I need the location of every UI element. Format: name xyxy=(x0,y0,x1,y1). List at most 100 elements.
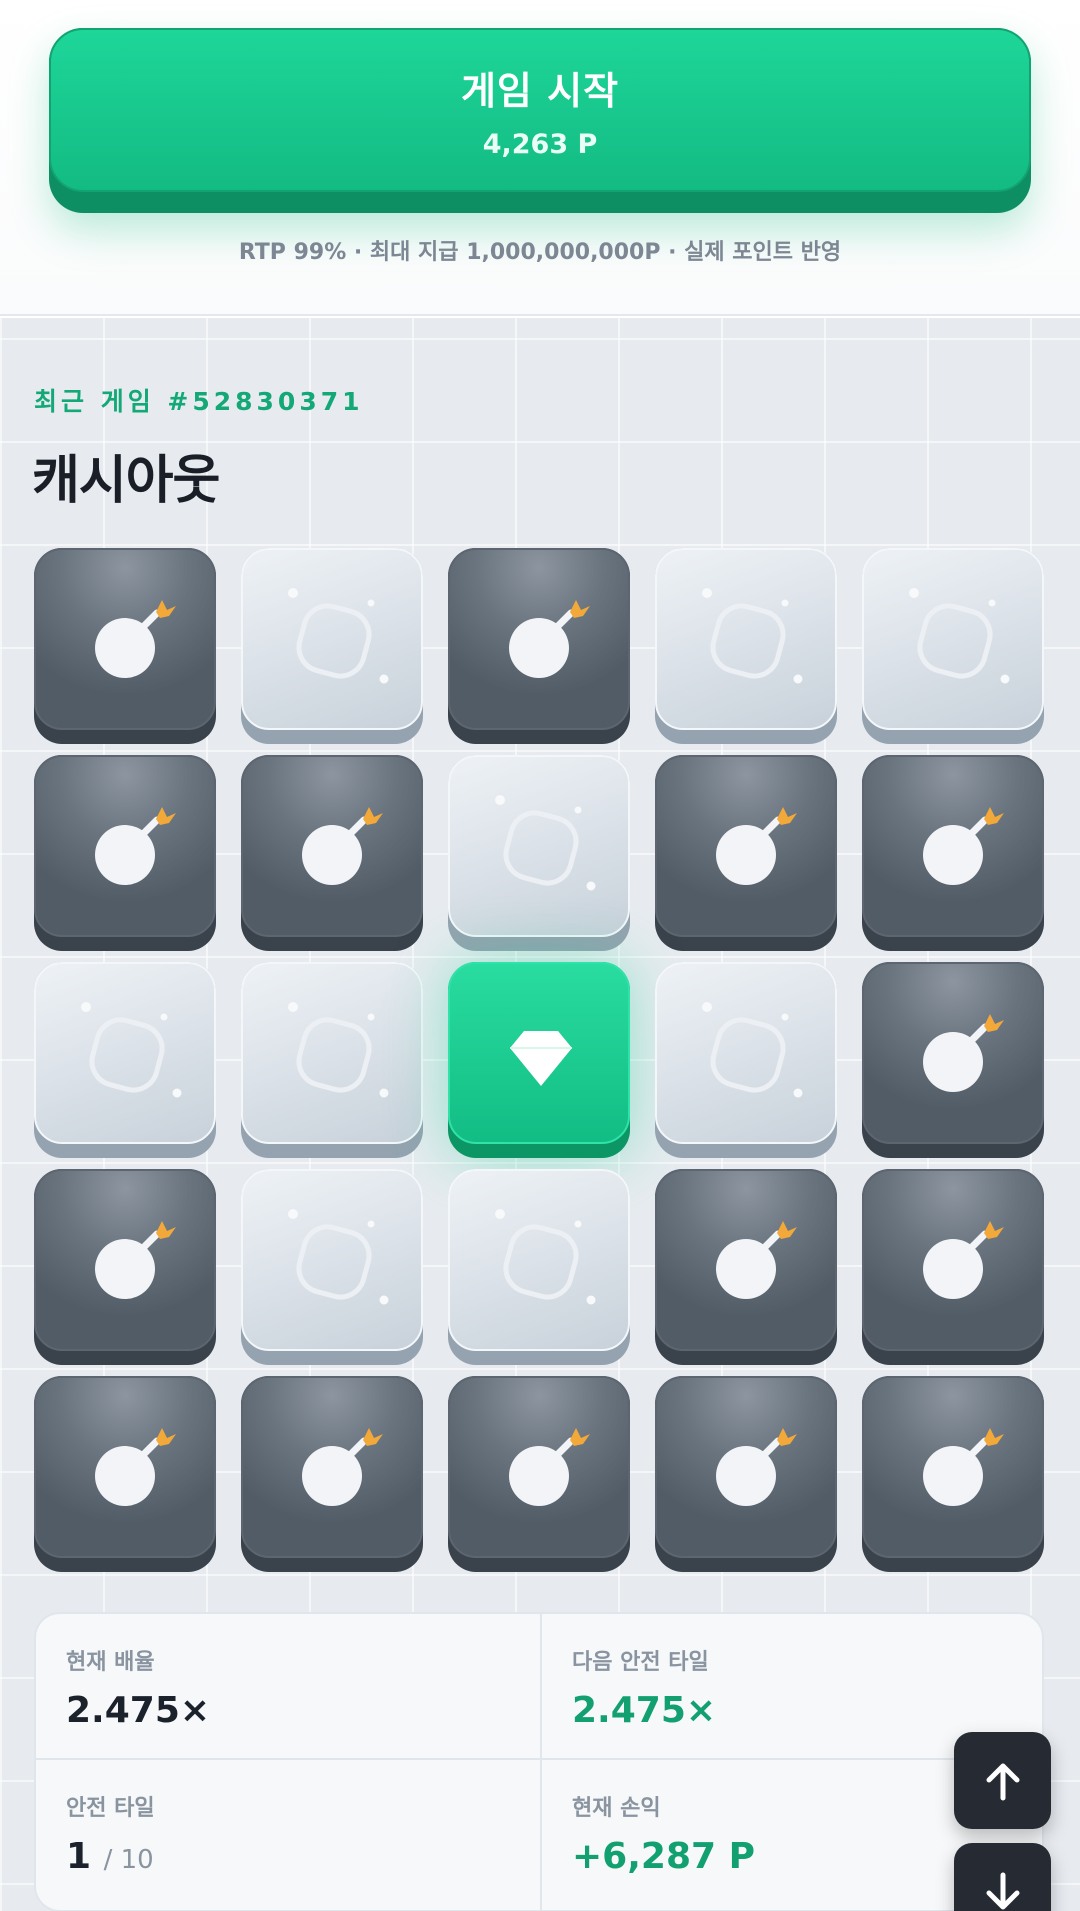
tile-face xyxy=(862,962,1044,1144)
stat-safe-tiles: 안전 타일 1 / 10 xyxy=(66,1790,556,1877)
bomb-icon xyxy=(716,1428,797,1506)
scroll-down-button[interactable] xyxy=(954,1843,1051,1911)
stat-value: 2.475× xyxy=(572,1690,717,1731)
tile-face xyxy=(241,962,423,1144)
safe-tile[interactable] xyxy=(241,962,423,1159)
bet-amount: 4,263 P xyxy=(482,129,598,160)
safe-total: / 10 xyxy=(103,1845,154,1875)
tile-face xyxy=(34,548,216,730)
empty-tile-icon xyxy=(495,795,596,891)
stat-next-safe-tile: 다음 안전 타일 2.475× xyxy=(572,1644,1042,1731)
stat-label: 안전 타일 xyxy=(66,1796,155,1821)
tile-face xyxy=(862,755,1044,937)
tile-face xyxy=(241,548,423,730)
bomb-icon xyxy=(95,600,176,678)
gem-tile[interactable] xyxy=(448,962,630,1159)
tile-face xyxy=(34,1169,216,1351)
round-id-label: 최근 게임 #52830371 xyxy=(34,387,364,416)
bomb-icon xyxy=(95,807,176,885)
bomb-tile[interactable] xyxy=(34,1169,216,1366)
tile-face xyxy=(448,548,630,730)
tile-face xyxy=(34,755,216,937)
round-result-title: 캐시아웃 xyxy=(32,451,220,511)
tile-face xyxy=(448,962,630,1144)
tile-face xyxy=(241,1376,423,1558)
stat-value: 2.475× xyxy=(66,1690,211,1731)
bomb-tile[interactable] xyxy=(34,1376,216,1573)
bomb-icon xyxy=(509,1428,590,1506)
bomb-icon xyxy=(923,807,1004,885)
bomb-tile[interactable] xyxy=(34,755,216,952)
safe-tile[interactable] xyxy=(655,548,837,745)
bomb-icon xyxy=(302,1428,383,1506)
start-panel: 게임 시작 4,263 P RTP 99% · 최대 지급 1,000,000,… xyxy=(0,0,1080,316)
bomb-icon xyxy=(923,1014,1004,1092)
empty-tile-icon xyxy=(288,588,389,684)
tile-face xyxy=(655,1376,837,1558)
empty-tile-icon xyxy=(909,588,1010,684)
bomb-tile[interactable] xyxy=(655,755,837,952)
bomb-tile[interactable] xyxy=(862,755,1044,952)
stat-current-multiplier: 현재 배율 2.475× xyxy=(66,1644,556,1731)
bomb-icon xyxy=(716,807,797,885)
safe-tile[interactable] xyxy=(862,548,1044,745)
gem-icon xyxy=(510,1031,572,1086)
tile-face xyxy=(655,548,837,730)
tile-face xyxy=(34,1376,216,1558)
tile-face xyxy=(862,548,1044,730)
bomb-icon xyxy=(95,1221,176,1299)
bomb-tile[interactable] xyxy=(34,548,216,745)
bomb-tile[interactable] xyxy=(655,1169,837,1366)
start-game-button-face[interactable]: 게임 시작 4,263 P xyxy=(49,28,1031,192)
start-game-button[interactable]: 게임 시작 4,263 P xyxy=(49,28,1031,213)
scroll-up-button[interactable] xyxy=(954,1732,1051,1829)
bomb-tile[interactable] xyxy=(448,548,630,745)
stat-label: 다음 안전 타일 xyxy=(572,1650,709,1675)
bomb-icon xyxy=(95,1428,176,1506)
bomb-tile[interactable] xyxy=(448,1376,630,1573)
safe-tile[interactable] xyxy=(655,962,837,1159)
safe-count: 1 xyxy=(66,1836,92,1877)
safe-tile[interactable] xyxy=(241,548,423,745)
safe-tile[interactable] xyxy=(34,962,216,1159)
tile-face xyxy=(448,1376,630,1558)
bomb-icon xyxy=(509,600,590,678)
safe-tile[interactable] xyxy=(241,1169,423,1366)
tile-face xyxy=(448,1169,630,1351)
empty-tile-icon xyxy=(702,588,803,684)
arrow-down-icon xyxy=(986,1872,1019,1909)
tile-face xyxy=(241,1169,423,1351)
empty-tile-icon xyxy=(288,1209,389,1305)
safe-tile[interactable] xyxy=(448,755,630,952)
bomb-icon xyxy=(716,1221,797,1299)
tile-face xyxy=(241,755,423,937)
tile-face xyxy=(448,755,630,937)
game-area: 최근 게임 #52830371 캐시아웃 현재 배율 2.475× 다음 안전 … xyxy=(0,318,1080,1911)
tile-face xyxy=(655,755,837,937)
bomb-tile[interactable] xyxy=(862,1376,1044,1573)
tile-face xyxy=(862,1376,1044,1558)
bomb-tile[interactable] xyxy=(241,755,423,952)
safe-tile[interactable] xyxy=(448,1169,630,1366)
bomb-tile[interactable] xyxy=(862,1169,1044,1366)
stat-value: 1 / 10 xyxy=(66,1836,556,1877)
bomb-tile[interactable] xyxy=(655,1376,837,1573)
bomb-tile[interactable] xyxy=(862,962,1044,1159)
empty-tile-icon xyxy=(81,1002,182,1098)
start-game-label: 게임 시작 xyxy=(460,69,620,113)
rtp-info: RTP 99% · 최대 지급 1,000,000,000P · 실제 포인트 … xyxy=(238,240,842,265)
tile-face xyxy=(862,1169,1044,1351)
stats-divider-horizontal xyxy=(36,1758,1042,1760)
tile-face xyxy=(655,962,837,1144)
stat-label: 현재 배율 xyxy=(66,1650,155,1675)
empty-tile-icon xyxy=(702,1002,803,1098)
bomb-icon xyxy=(302,807,383,885)
tile-face xyxy=(34,962,216,1144)
bomb-tile[interactable] xyxy=(241,1376,423,1573)
arrow-up-icon xyxy=(986,1763,1019,1800)
empty-tile-icon xyxy=(495,1209,596,1305)
mine-board xyxy=(34,548,1044,1573)
empty-tile-icon xyxy=(288,1002,389,1098)
stats-panel: 현재 배율 2.475× 다음 안전 타일 2.475× 안전 타일 1 / 1… xyxy=(34,1612,1044,1911)
tile-face xyxy=(655,1169,837,1351)
